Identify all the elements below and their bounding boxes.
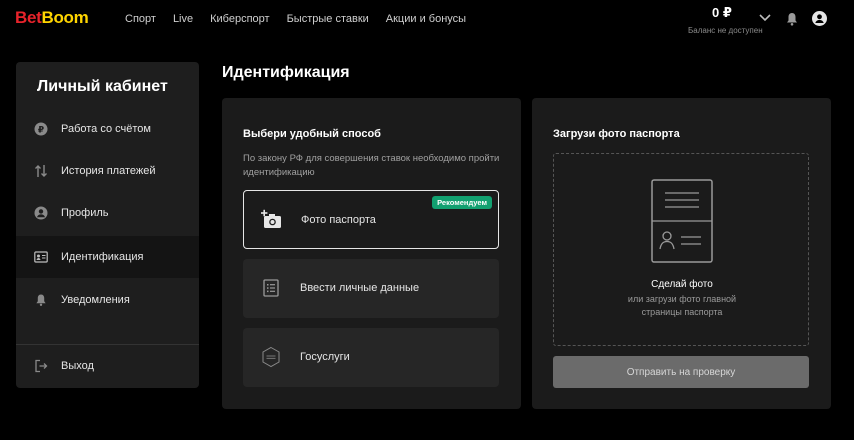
method-heading: Выбери удобный способ [243, 128, 381, 140]
top-header: BetBoom Спорт Live Киберспорт Быстрые ст… [0, 0, 854, 40]
option-label: Госуслуги [300, 351, 350, 363]
transfer-arrows-icon [35, 165, 47, 177]
nav-item-promos[interactable]: Акции и бонусы [386, 13, 466, 25]
option-label: Фото паспорта [301, 214, 376, 226]
balance-status: Баланс не доступен [688, 26, 763, 35]
sidebar-title: Личный кабинет [37, 78, 168, 95]
ruble-icon: ₽ [34, 122, 48, 136]
sidebar-item-notifications[interactable]: Уведомления [16, 279, 199, 321]
account-sidebar: Личный кабинет ₽ Работа со счётом Истори… [16, 62, 199, 388]
betboom-logo[interactable]: BetBoom [15, 8, 89, 28]
recommended-badge: Рекомендуем [432, 196, 492, 209]
logout-button[interactable]: Выход [16, 345, 199, 387]
user-icon [34, 206, 48, 220]
svg-text:₽: ₽ [38, 125, 44, 135]
submit-for-review-button[interactable]: Отправить на проверку [553, 356, 809, 388]
nav-item-fast-bets[interactable]: Быстрые ставки [287, 13, 369, 25]
sidebar-item-label: Уведомления [61, 294, 130, 306]
bell-icon [36, 294, 46, 306]
upload-heading: Загрузи фото паспорта [553, 128, 680, 140]
take-photo-label: Сделай фото [651, 279, 713, 290]
main-nav: Спорт Live Киберспорт Быстрые ставки Акц… [125, 13, 483, 25]
sidebar-item-label: Профиль [61, 207, 109, 219]
nav-item-live[interactable]: Live [173, 13, 193, 25]
logout-label: Выход [61, 360, 94, 372]
photo-dropzone[interactable]: Сделай фото или загрузи фото главной стр… [553, 153, 809, 346]
chevron-down-icon[interactable] [758, 12, 772, 24]
option-label: Ввести личные данные [300, 282, 420, 294]
page-title: Идентификация [222, 64, 350, 81]
sidebar-item-label: Идентификация [61, 251, 144, 263]
user-avatar-icon[interactable] [812, 11, 827, 26]
method-card: Выбери удобный способ По закону РФ для с… [222, 98, 521, 409]
gosuslugi-icon [262, 346, 280, 368]
sidebar-item-profile[interactable]: Профиль [16, 192, 199, 234]
sidebar-item-label: Работа со счётом [61, 123, 151, 135]
balance-amount[interactable]: 0 ₽ [712, 5, 732, 21]
nav-item-esports[interactable]: Киберспорт [210, 13, 269, 25]
logo-boom-text: Boom [41, 8, 89, 27]
id-card-icon [34, 251, 48, 263]
sidebar-item-identification[interactable]: Идентификация [16, 236, 199, 278]
option-gosuslugi[interactable]: Госуслуги [243, 328, 499, 387]
passport-icon [651, 179, 713, 263]
sidebar-item-label: История платежей [61, 165, 156, 177]
upload-hint: или загрузи фото главной страницы паспор… [554, 293, 810, 319]
add-photo-icon [261, 209, 281, 228]
bell-icon[interactable] [786, 12, 798, 26]
sidebar-item-account[interactable]: ₽ Работа со счётом [16, 108, 199, 150]
nav-item-sport[interactable]: Спорт [125, 13, 156, 25]
method-description: По закону РФ для совершения ставок необх… [243, 153, 500, 178]
upload-hint-text: или загрузи фото главной страницы паспор… [627, 294, 737, 317]
sidebar-item-payment-history[interactable]: История платежей [16, 150, 199, 192]
upload-card: Загрузи фото паспорта Сделай фото или за… [532, 98, 831, 409]
option-passport-photo[interactable]: Фото паспорта Рекомендуем [243, 190, 499, 249]
option-personal-data[interactable]: Ввести личные данные [243, 259, 499, 318]
logout-icon [35, 359, 48, 373]
list-icon [263, 279, 279, 297]
logo-bet-text: Bet [15, 8, 42, 27]
